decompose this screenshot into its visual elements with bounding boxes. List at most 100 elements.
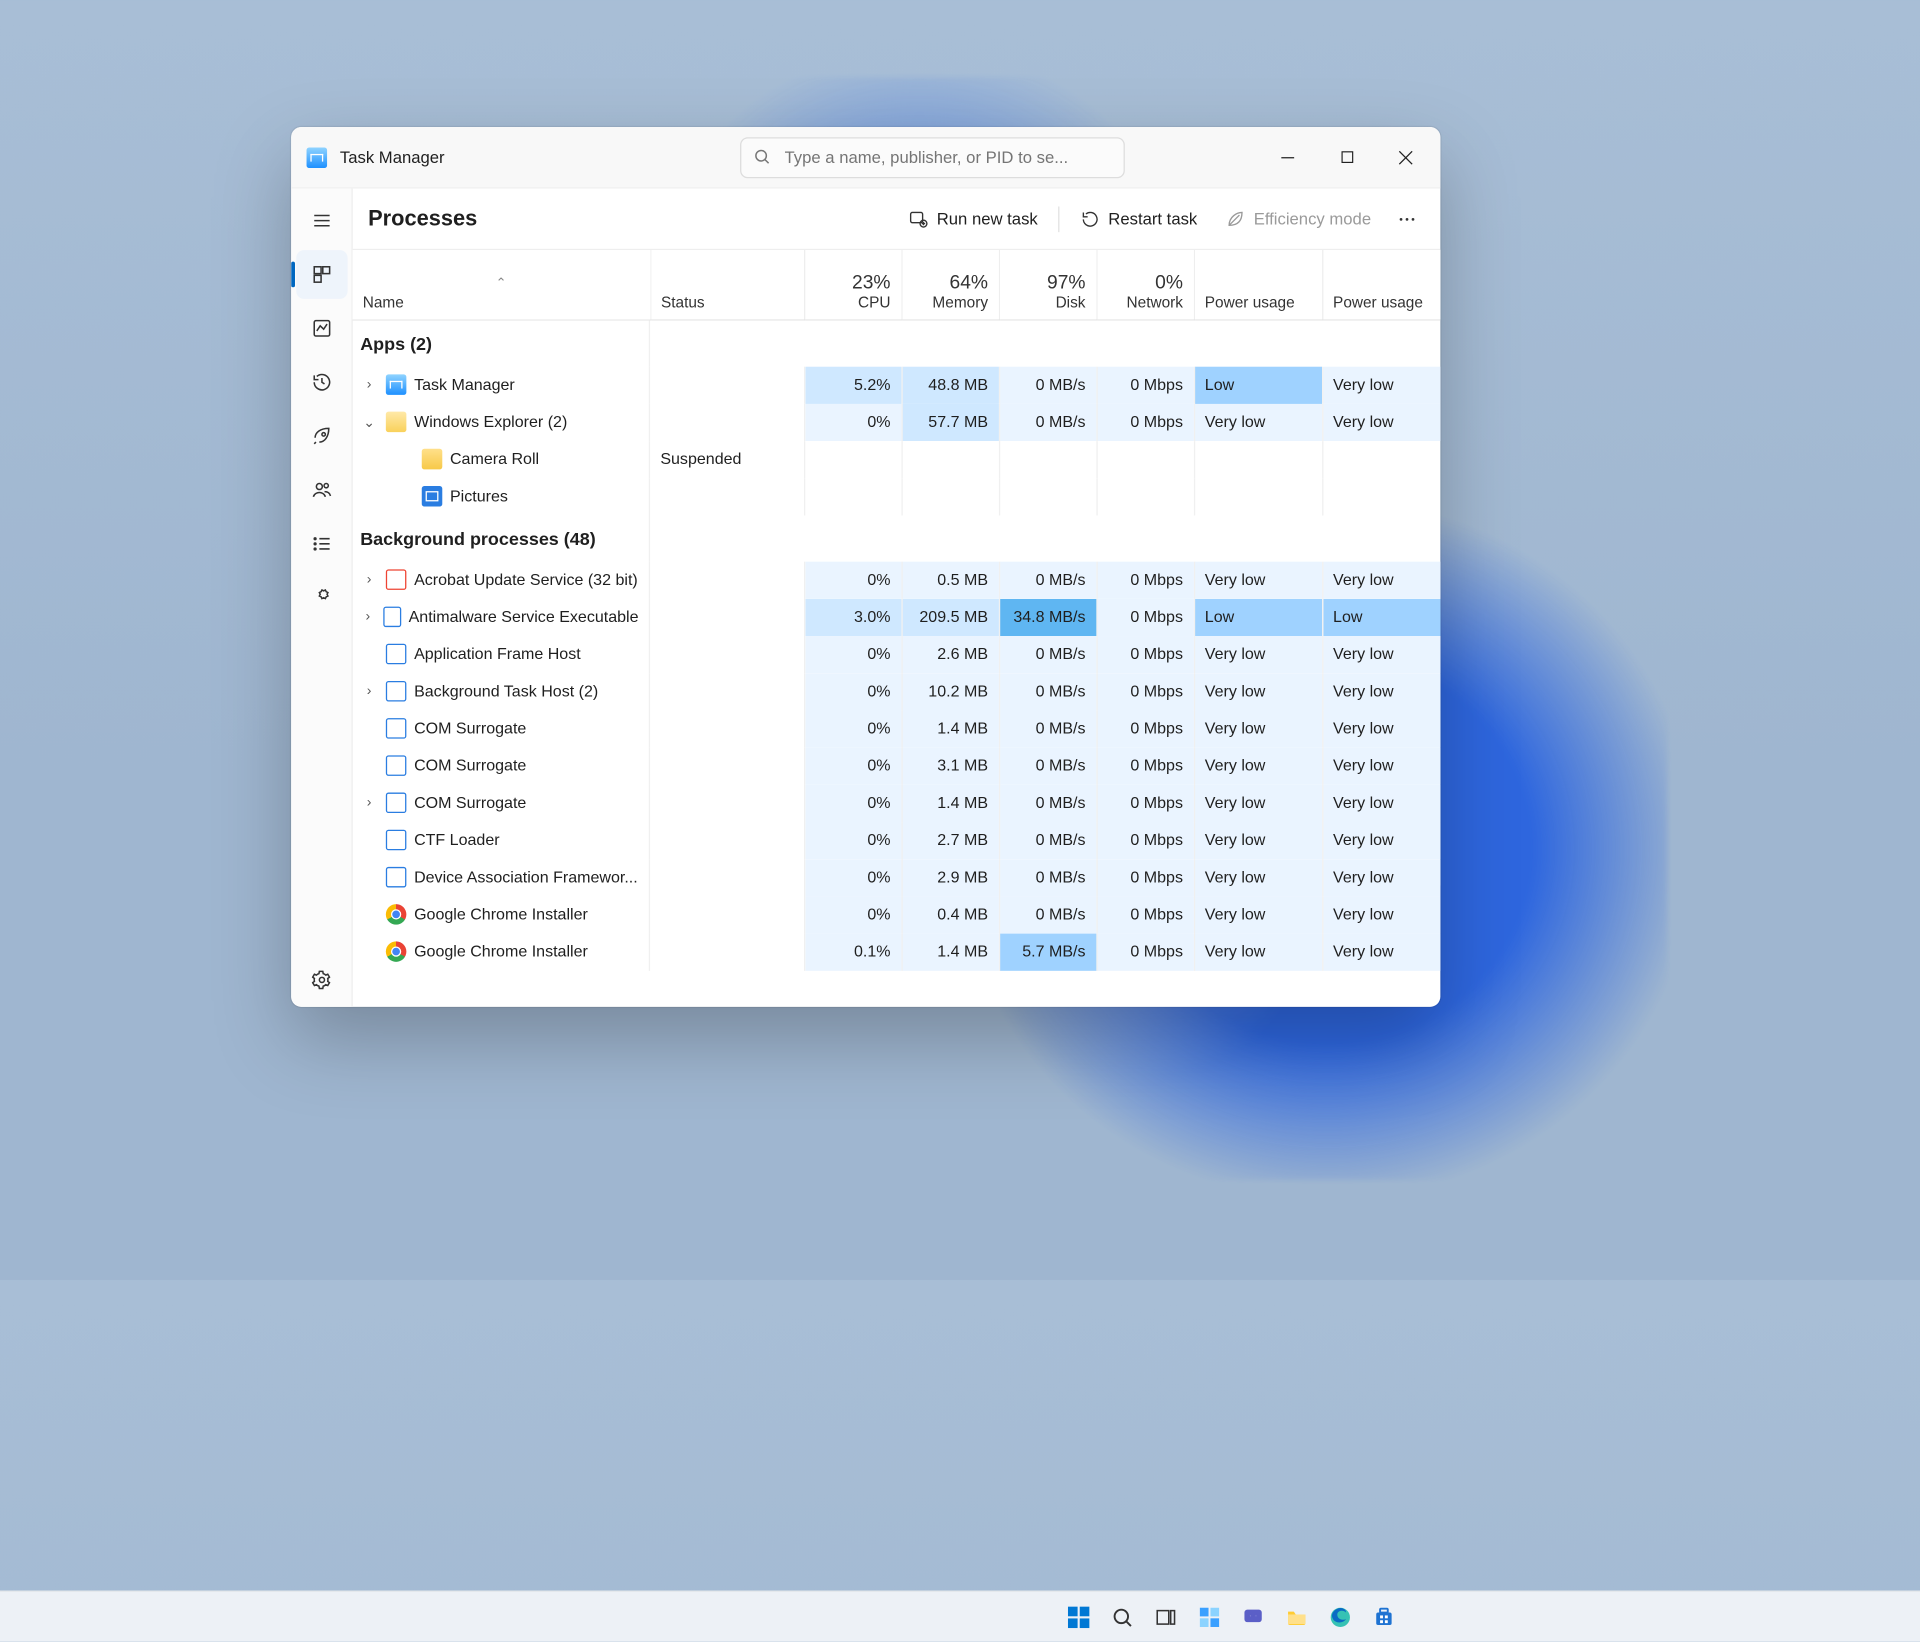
col-memory[interactable]: 64%Memory [902, 250, 999, 319]
process-name: Acrobat Update Service (32 bit) [414, 571, 638, 589]
windows-app-icon [386, 830, 407, 851]
nav-startup-apps[interactable] [296, 412, 347, 461]
table-row[interactable]: › Antimalware Service Executable3.0%209.… [353, 598, 1441, 635]
nav-users[interactable] [296, 466, 347, 515]
chevron-right-icon[interactable]: › [360, 377, 378, 392]
process-name-cell: › Background Task Host (2) [353, 673, 651, 710]
col-power-usage[interactable]: Power usage [1194, 250, 1322, 319]
table-row[interactable]: › COM Surrogate0%1.4 MB0 MB/s0 MbpsVery … [353, 784, 1441, 821]
efficiency-mode-button[interactable]: Efficiency mode [1215, 198, 1381, 239]
col-network[interactable]: 0%Network [1097, 250, 1194, 319]
store-icon[interactable] [1366, 1599, 1402, 1635]
table-row[interactable]: Google Chrome Installer0.1%1.4 MB5.7 MB/… [353, 933, 1441, 970]
process-disk: 0 MB/s [999, 896, 1096, 933]
nav-settings[interactable] [296, 956, 347, 1005]
process-name-cell: COM Surrogate [353, 747, 651, 784]
process-name: Camera Roll [450, 450, 539, 468]
process-status [650, 366, 804, 403]
process-memory: 3.1 MB [902, 747, 999, 784]
col-status[interactable]: Status [650, 250, 804, 319]
process-cpu: 0% [804, 561, 901, 598]
process-network: 0 Mbps [1097, 710, 1194, 747]
table-row[interactable]: Device Association Framewor...0%2.9 MB0 … [353, 859, 1441, 896]
process-name: COM Surrogate [414, 794, 526, 812]
col-disk[interactable]: 97%Disk [999, 250, 1096, 319]
chat-icon[interactable] [1235, 1599, 1271, 1635]
process-power-usage: Very low [1194, 896, 1322, 933]
table-row[interactable]: ⌄Windows Explorer (2)0%57.7 MB0 MB/s0 Mb… [353, 403, 1441, 440]
process-disk: 0 MB/s [999, 673, 1096, 710]
process-status [650, 859, 804, 896]
nav-services[interactable] [296, 573, 347, 622]
restart-icon [1080, 208, 1101, 229]
taskbar-search-icon[interactable] [1104, 1599, 1140, 1635]
table-row[interactable]: › Background Task Host (2)0%10.2 MB0 MB/… [353, 673, 1441, 710]
maximize-button[interactable] [1317, 137, 1376, 178]
chevron-right-icon[interactable]: › [360, 684, 378, 699]
process-name-cell: Application Frame Host [353, 636, 651, 673]
process-memory: 57.7 MB [902, 403, 999, 440]
process-disk: 0 MB/s [999, 366, 1096, 403]
process-cpu: 0% [804, 636, 901, 673]
table-row[interactable]: Camera RollSuspended [353, 441, 1441, 478]
task-manager-icon [307, 147, 328, 168]
process-name-cell: Camera Roll [353, 441, 651, 478]
table-row[interactable]: Pictures [353, 478, 1441, 515]
process-network: 0 Mbps [1097, 598, 1194, 635]
more-button[interactable] [1389, 198, 1425, 239]
table-row[interactable]: COM Surrogate0%3.1 MB0 MB/s0 MbpsVery lo… [353, 747, 1441, 784]
chevron-down-icon[interactable]: ⌄ [360, 414, 378, 431]
table-row[interactable]: › Acrobat Update Service (32 bit)0%0.5 M… [353, 561, 1441, 598]
table-row[interactable]: Google Chrome Installer0%0.4 MB0 MB/s0 M… [353, 896, 1441, 933]
table-row[interactable]: Application Frame Host0%2.6 MB0 MB/s0 Mb… [353, 636, 1441, 673]
search-icon [752, 147, 770, 165]
process-power-trend: Very low [1322, 561, 1440, 598]
process-cpu: 3.0% [804, 598, 901, 635]
process-network: 0 Mbps [1097, 636, 1194, 673]
process-network: 0 Mbps [1097, 896, 1194, 933]
process-power-trend: Very low [1322, 636, 1440, 673]
process-name-cell: Google Chrome Installer [353, 933, 651, 970]
table-row[interactable]: COM Surrogate0%1.4 MB0 MB/s0 MbpsVery lo… [353, 710, 1441, 747]
window-controls [1258, 137, 1435, 178]
nav-performance[interactable] [296, 304, 347, 353]
file-explorer-icon[interactable] [1279, 1599, 1315, 1635]
close-button[interactable] [1376, 137, 1435, 178]
process-memory: 209.5 MB [902, 598, 999, 635]
process-grid[interactable]: ⌃ Name Status 23%CPU 64%Memory 97%Disk 0… [353, 250, 1441, 1007]
chrome-icon [386, 904, 407, 925]
col-cpu[interactable]: 23%CPU [804, 250, 901, 319]
minimize-button[interactable] [1258, 137, 1317, 178]
process-network: 0 Mbps [1097, 366, 1194, 403]
table-row[interactable]: CTF Loader0%2.7 MB0 MB/s0 MbpsVery lowVe… [353, 822, 1441, 859]
nav-processes[interactable] [296, 250, 347, 299]
edge-icon[interactable] [1322, 1599, 1358, 1635]
task-view-icon[interactable] [1148, 1599, 1184, 1635]
process-status [650, 636, 804, 673]
window-title: Task Manager [340, 147, 445, 166]
hamburger-button[interactable] [296, 196, 347, 245]
process-power-usage: Very low [1194, 822, 1322, 859]
process-power-usage: Very low [1194, 933, 1322, 970]
process-memory: 0.4 MB [902, 896, 999, 933]
search-input[interactable] [740, 137, 1125, 178]
group-label: Apps (2) [353, 320, 651, 366]
start-button[interactable] [1061, 1599, 1097, 1635]
process-cpu: 0% [804, 673, 901, 710]
pictures-icon [422, 486, 443, 507]
process-power-trend: Very low [1322, 896, 1440, 933]
chevron-right-icon[interactable]: › [360, 572, 378, 587]
run-new-task-button[interactable]: Run new task [898, 198, 1048, 239]
table-row[interactable]: › Task Manager5.2%48.8 MB0 MB/s0 MbpsLow… [353, 366, 1441, 403]
col-power-usage-trend[interactable]: Power usage [1322, 250, 1440, 319]
col-name[interactable]: ⌃ Name [353, 250, 651, 319]
process-power-usage: Very low [1194, 403, 1322, 440]
chevron-right-icon[interactable]: › [360, 609, 375, 624]
nav-app-history[interactable] [296, 358, 347, 407]
restart-task-button[interactable]: Restart task [1070, 198, 1208, 239]
widgets-icon[interactable] [1192, 1599, 1228, 1635]
leaf-icon [1225, 208, 1246, 229]
process-name: Google Chrome Installer [414, 943, 588, 961]
nav-details[interactable] [296, 519, 347, 568]
chevron-right-icon[interactable]: › [360, 795, 378, 810]
